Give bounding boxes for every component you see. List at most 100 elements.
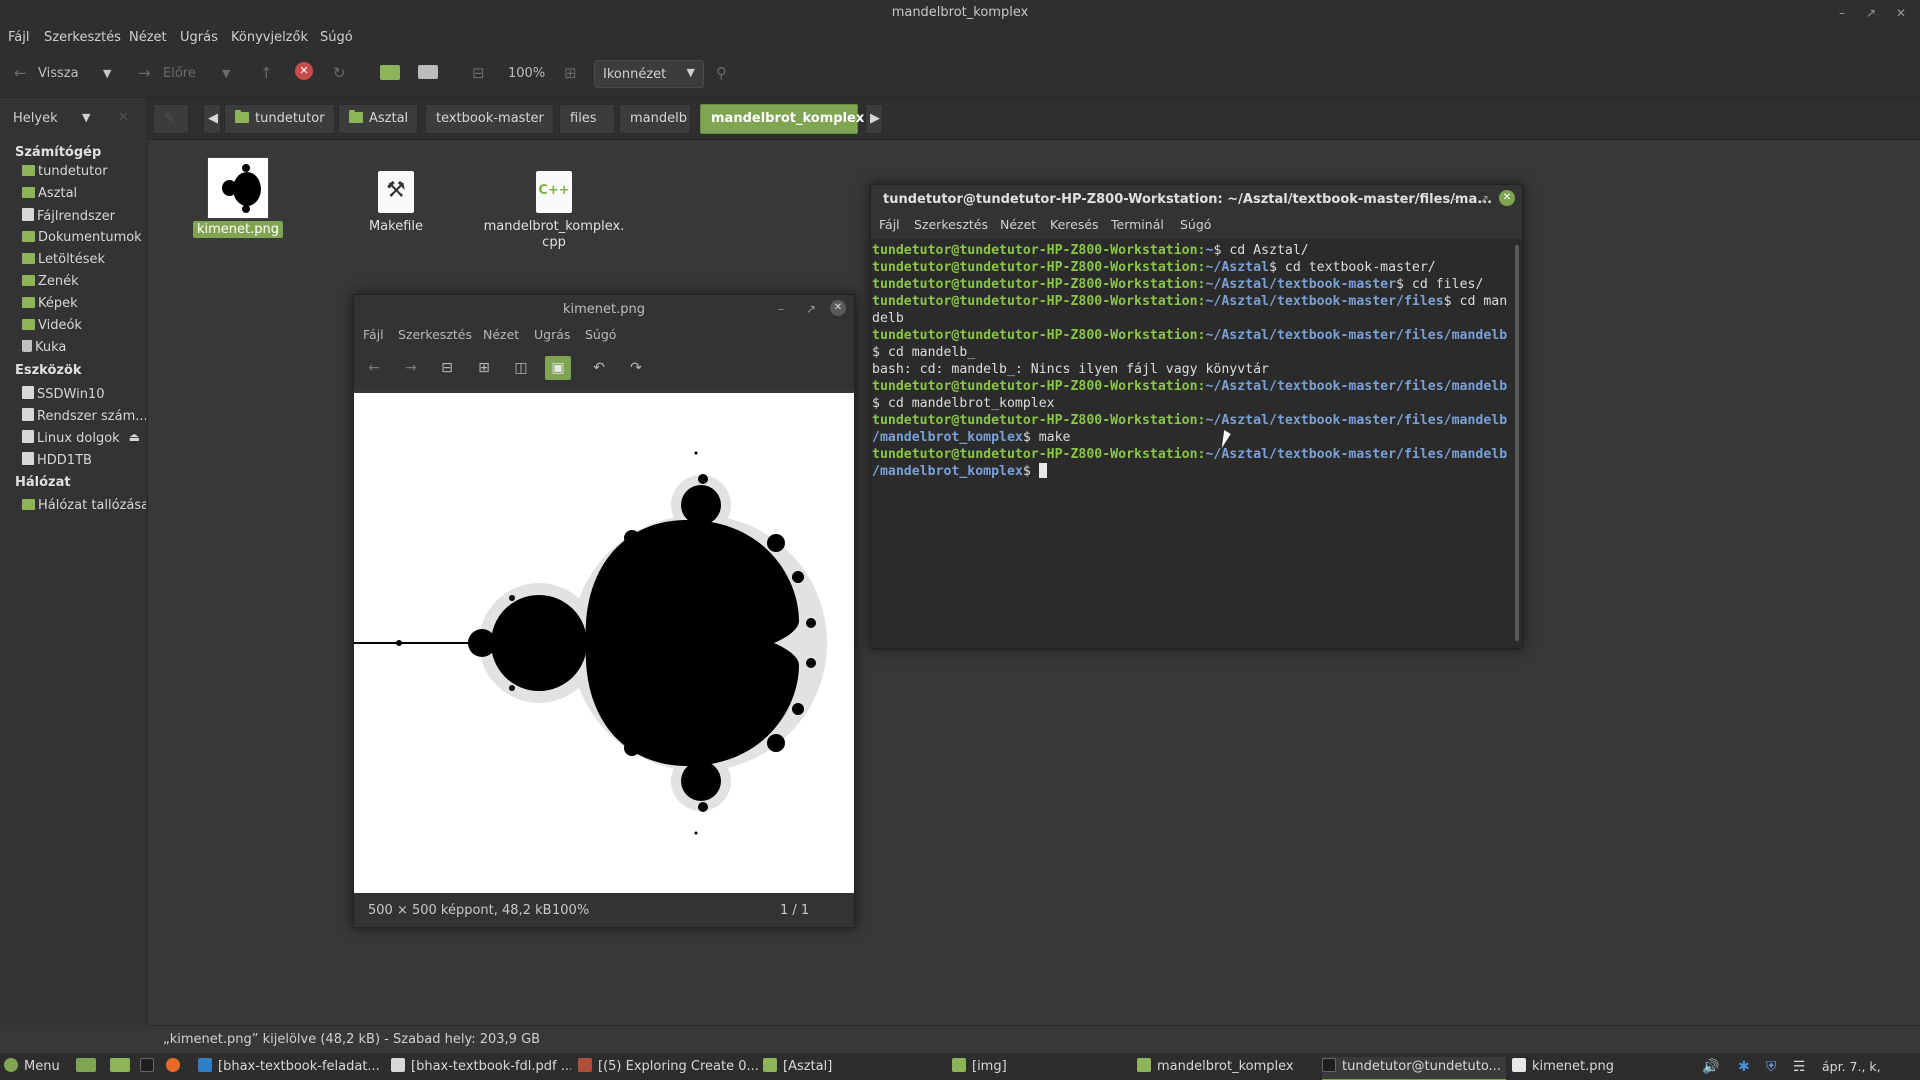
- bluetooth-icon[interactable]: ✱: [1738, 1057, 1750, 1077]
- minimize-icon[interactable]: –: [772, 300, 790, 318]
- task-mandelbrot-komplex[interactable]: mandelbrot_komplex: [1137, 1057, 1317, 1080]
- menu-help[interactable]: Súgó: [320, 30, 353, 45]
- zoom-out-icon[interactable]: ⊟: [434, 356, 460, 380]
- sidebar-item-pictures[interactable]: Képek: [22, 296, 146, 311]
- back-button[interactable]: Vissza: [38, 66, 79, 81]
- terminal-output[interactable]: tundetutor@tundetutor-HP-Z800-Workstatio…: [871, 242, 1509, 645]
- sidebar-item-videos[interactable]: Videók: [22, 318, 146, 333]
- task-bhax-textbook-fdl-pdf[interactable]: [bhax-textbook-fdl.pdf ...: [391, 1057, 571, 1080]
- sidebar-mode-select[interactable]: Helyek ▼ ✕: [0, 98, 148, 140]
- menu-view[interactable]: Nézet: [1000, 217, 1036, 232]
- files-launcher[interactable]: [110, 1057, 136, 1080]
- home-folder-icon[interactable]: [380, 65, 400, 80]
- menu-go[interactable]: Ugrás: [534, 327, 570, 342]
- computer-icon[interactable]: [418, 65, 438, 79]
- menu-go[interactable]: Ugrás: [180, 30, 218, 45]
- file-kimenet-png[interactable]: kimenet.png: [193, 157, 284, 238]
- close-sidebar-icon[interactable]: ✕: [118, 110, 129, 125]
- close-icon[interactable]: ✕: [830, 300, 846, 316]
- view-mode-select[interactable]: Ikonnézet ▼: [594, 60, 704, 88]
- crumb-right-button[interactable]: ▶: [865, 104, 883, 134]
- terminal-scrollbar[interactable]: [1515, 245, 1519, 641]
- show-desktop-launcher[interactable]: [76, 1057, 102, 1080]
- sidebar-item-filesystem[interactable]: Fájlrendszer: [22, 208, 146, 224]
- minimize-icon[interactable]: –: [1447, 190, 1465, 208]
- search-icon[interactable]: ⚲: [716, 64, 727, 82]
- file-mandelbrot-komplex-cpp[interactable]: C++ mandelbrot_komplex. cpp: [479, 171, 629, 251]
- back-arrow-icon[interactable]: ←: [14, 64, 27, 82]
- crumb-asztal[interactable]: Asztal: [338, 104, 418, 134]
- menu-edit[interactable]: Szerkesztés: [44, 30, 121, 45]
- sidebar-item-system[interactable]: Rendszer szám...: [22, 408, 146, 424]
- minimize-icon[interactable]: –: [1833, 4, 1851, 22]
- edit-location-button[interactable]: ✎: [153, 104, 189, 134]
- menu-button[interactable]: Menu: [4, 1057, 60, 1080]
- normal-size-icon[interactable]: ◫: [508, 356, 534, 380]
- wifi-icon[interactable]: ☴: [1793, 1057, 1806, 1077]
- rotate-right-icon[interactable]: ↷: [623, 356, 649, 380]
- menu-view[interactable]: Nézet: [129, 30, 167, 45]
- maximize-icon[interactable]: ↗: [802, 300, 820, 318]
- back-history-chevron-icon[interactable]: ▼: [103, 67, 111, 80]
- crumb-left-button[interactable]: ◀: [203, 104, 221, 134]
- task-asztal[interactable]: [Asztal]: [763, 1057, 943, 1080]
- task-terminal[interactable]: tundetutor@tundetuto...: [1322, 1057, 1506, 1080]
- command: $ cd textbook-master/: [1269, 260, 1436, 275]
- best-fit-icon[interactable]: ▣: [545, 356, 571, 380]
- crumb-files[interactable]: files: [559, 104, 615, 134]
- sidebar-item-ssdwin10[interactable]: SSDWin10: [22, 386, 146, 402]
- menu-file[interactable]: Fájl: [363, 327, 384, 342]
- sidebar-item-hdd1tb[interactable]: HDD1TB: [22, 452, 146, 468]
- terminal-launcher[interactable]: [140, 1057, 160, 1080]
- menu-view[interactable]: Nézet: [483, 327, 519, 342]
- sidebar-item-browse-network[interactable]: Hálózat tallózása: [22, 498, 146, 513]
- sidebar-item-music[interactable]: Zenék: [22, 274, 146, 289]
- menu-edit[interactable]: Szerkesztés: [914, 217, 988, 232]
- maximize-icon[interactable]: ↗: [1475, 190, 1493, 208]
- menu-search[interactable]: Keresés: [1050, 217, 1099, 232]
- reload-icon[interactable]: ↻: [333, 64, 346, 82]
- menu-file[interactable]: Fájl: [879, 217, 900, 232]
- menu-help[interactable]: Súgó: [1180, 217, 1211, 232]
- firefox-launcher[interactable]: [166, 1057, 186, 1080]
- menu-edit[interactable]: Szerkesztés: [398, 327, 472, 342]
- sidebar-item-documents[interactable]: Dokumentumok: [22, 230, 146, 245]
- sidebar-item-downloads[interactable]: Letöltések: [22, 252, 146, 267]
- crumb-tundetutor[interactable]: tundetutor: [224, 104, 335, 134]
- clock[interactable]: ápr. 7., k, 13.35: [1822, 1057, 1920, 1080]
- shield-icon[interactable]: ⛨: [1766, 1057, 1777, 1077]
- task-kimenet-png[interactable]: kimenet.png: [1512, 1057, 1692, 1080]
- crumb-mandelbrot-komplex[interactable]: mandelbrot_komplex: [700, 104, 864, 134]
- stop-icon[interactable]: ✕: [295, 62, 313, 80]
- task-bhax-textbook-feladat[interactable]: [bhax-textbook-feladat...: [198, 1057, 386, 1080]
- task-exploring-create[interactable]: [(5) Exploring Create 0....: [578, 1057, 758, 1080]
- menu-file[interactable]: Fájl: [8, 30, 29, 45]
- zoom-in-icon[interactable]: ⊞: [471, 356, 497, 380]
- file-makefile[interactable]: ⚒ Makefile: [353, 171, 439, 234]
- volume-icon[interactable]: 🔊: [1702, 1057, 1719, 1077]
- forward-history-chevron-icon[interactable]: ▼: [222, 67, 230, 80]
- zoom-out-icon[interactable]: ⊟: [472, 64, 485, 82]
- sidebar-item-tundetutor[interactable]: tundetutor: [22, 164, 146, 179]
- chevron-down-icon: ▼: [686, 66, 695, 79]
- crumb-mandelb[interactable]: mandelb: [619, 104, 691, 134]
- up-arrow-icon[interactable]: ↑: [260, 64, 273, 82]
- previous-image-icon[interactable]: ←: [361, 356, 387, 380]
- menu-bookmarks[interactable]: Könyvjelzők: [231, 30, 308, 45]
- menu-help[interactable]: Súgó: [585, 327, 616, 342]
- eject-icon[interactable]: ⏏: [129, 430, 140, 444]
- next-image-icon[interactable]: →: [398, 356, 424, 380]
- task-img[interactable]: [img]: [952, 1057, 1132, 1080]
- sidebar-item-linux-dolgok[interactable]: Linux dolgok ⏏: [22, 430, 146, 446]
- rotate-left-icon[interactable]: ↶: [586, 356, 612, 380]
- menu-terminal[interactable]: Terminál: [1111, 217, 1164, 232]
- forward-button[interactable]: Előre: [163, 66, 196, 81]
- zoom-in-icon[interactable]: ⊞: [564, 64, 577, 82]
- forward-arrow-icon[interactable]: →: [138, 64, 151, 82]
- sidebar-item-trash[interactable]: Kuka: [22, 340, 146, 355]
- close-icon[interactable]: ✕: [1499, 190, 1515, 206]
- close-icon[interactable]: ✕: [1892, 4, 1910, 22]
- crumb-textbook-master[interactable]: textbook-master: [425, 104, 554, 134]
- maximize-icon[interactable]: ↗: [1862, 4, 1880, 22]
- sidebar-item-asztal[interactable]: Asztal: [22, 186, 146, 201]
